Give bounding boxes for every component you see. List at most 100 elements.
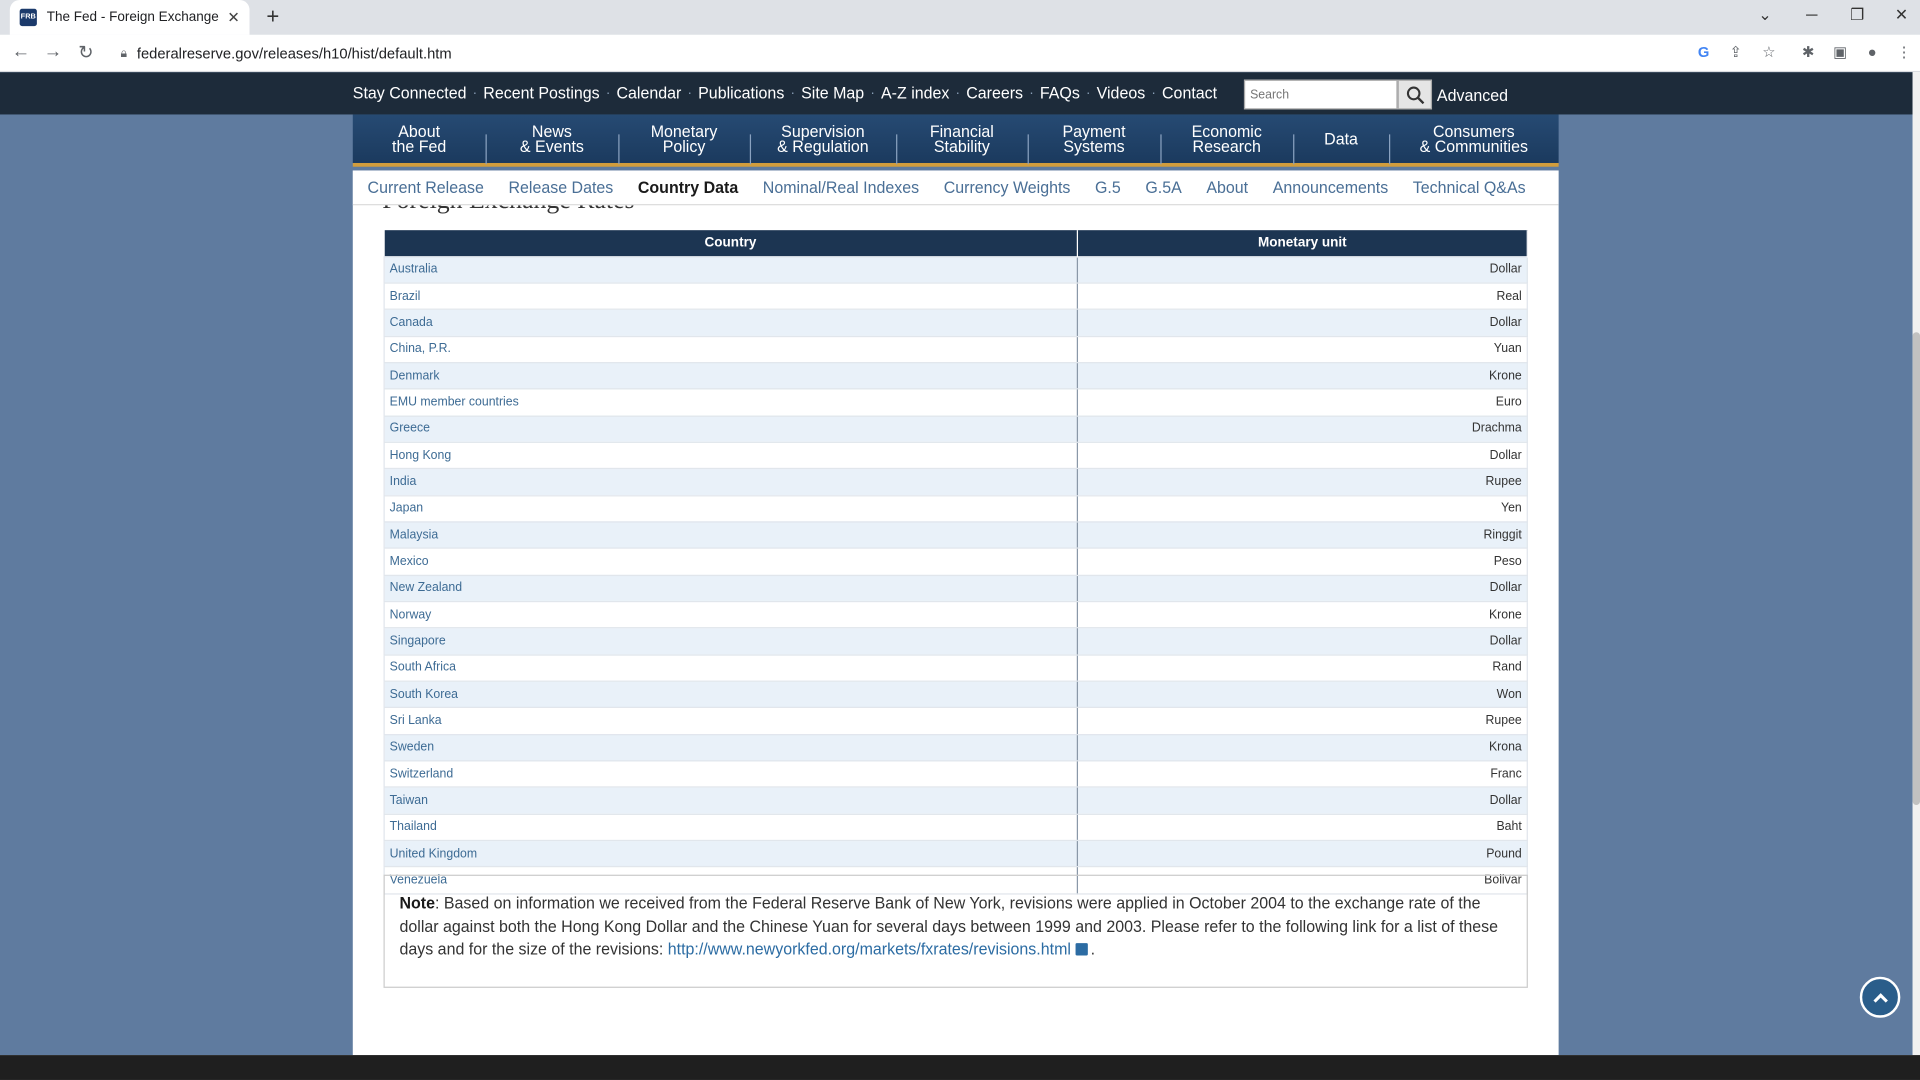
- nav-data[interactable]: Data: [1293, 114, 1389, 165]
- subnav-release-dates[interactable]: Release Dates: [508, 178, 613, 197]
- utility-bar: Stay Connected · Recent Postings · Calen…: [0, 72, 1913, 115]
- table-header-row: Country Monetary unit: [384, 230, 1528, 257]
- utility-link-contact[interactable]: Contact: [1162, 83, 1217, 102]
- nav-monetary-policy[interactable]: Monetary Policy: [618, 114, 750, 165]
- nav-supervision-regulation[interactable]: Supervision & Regulation: [749, 114, 896, 165]
- utility-link-faqs[interactable]: FAQs: [1040, 83, 1080, 102]
- country-link[interactable]: EMU member countries: [383, 388, 1079, 417]
- utility-link-a-z-index[interactable]: A-Z index: [881, 83, 949, 102]
- google-icon[interactable]: G: [1693, 44, 1715, 61]
- page-scrollbar[interactable]: [1912, 72, 1920, 1056]
- nav-label-line2: the Fed: [392, 136, 447, 155]
- forward-icon[interactable]: →: [41, 41, 66, 62]
- subnav-currency-weights[interactable]: Currency Weights: [944, 178, 1071, 197]
- table-row: South Korea Won: [383, 680, 1528, 709]
- profile-icon[interactable]: ●: [1861, 44, 1883, 61]
- browser-tab[interactable]: FRB The Fed - Foreign Exchange Rate ✕: [9, 0, 250, 35]
- country-link[interactable]: Hong Kong: [383, 441, 1079, 470]
- table-row: Sweden Krona: [383, 733, 1528, 762]
- new-tab-icon[interactable]: +: [261, 4, 286, 30]
- search-input[interactable]: [1243, 79, 1398, 110]
- country-link[interactable]: Thailand: [383, 813, 1079, 842]
- nav-label: Economic Research: [1192, 123, 1262, 155]
- nav-news-events[interactable]: News & Events: [485, 114, 619, 165]
- utility-link-publications[interactable]: Publications: [698, 83, 784, 102]
- fed-favicon-icon: FRB: [19, 8, 37, 27]
- bookmark-star-icon[interactable]: ☆: [1758, 44, 1780, 61]
- country-link[interactable]: Sweden: [383, 733, 1079, 762]
- table-row: Sri Lanka Rupee: [383, 707, 1528, 735]
- address-bar[interactable]: 🔒︎ federalreserve.gov/releases/h10/hist/…: [108, 38, 1721, 69]
- utility-link-site-map[interactable]: Site Map: [801, 83, 864, 102]
- nav-economic-research[interactable]: Economic Research: [1160, 114, 1293, 165]
- share-icon[interactable]: ⇪: [1725, 44, 1747, 61]
- subnav-current-release[interactable]: Current Release: [368, 178, 484, 197]
- subnav-g5[interactable]: G.5: [1095, 178, 1121, 197]
- table-row: Thailand Baht: [383, 813, 1528, 842]
- country-link[interactable]: Sri Lanka: [383, 707, 1079, 735]
- nav-payment-systems[interactable]: Payment Systems: [1027, 114, 1161, 165]
- separator: ·: [955, 85, 961, 101]
- subnav-g5a[interactable]: G.5A: [1145, 178, 1181, 197]
- utility-link-recent-postings[interactable]: Recent Postings: [483, 83, 599, 102]
- country-link[interactable]: Mexico: [383, 547, 1079, 576]
- subnav-announcements[interactable]: Announcements: [1273, 178, 1388, 197]
- reload-icon[interactable]: ↻: [74, 41, 99, 63]
- subnav-country-data[interactable]: Country Data: [638, 178, 738, 197]
- extensions-icon[interactable]: ✱: [1797, 44, 1819, 61]
- utility-link-videos[interactable]: Videos: [1097, 83, 1146, 102]
- country-link[interactable]: Brazil: [383, 282, 1079, 311]
- country-link[interactable]: United Kingdom: [383, 839, 1079, 868]
- search-button[interactable]: [1397, 79, 1433, 110]
- country-link[interactable]: South Africa: [383, 654, 1079, 682]
- utility-link-stay-connected[interactable]: Stay Connected: [353, 83, 467, 102]
- nav-consumers-communities[interactable]: Consumers & Communities: [1388, 114, 1559, 165]
- revisions-link[interactable]: http://www.newyorkfed.org/markets/fxrate…: [668, 939, 1071, 958]
- nav-about-the-fed[interactable]: About the Fed: [353, 114, 486, 163]
- country-link[interactable]: Norway: [383, 600, 1079, 629]
- back-icon[interactable]: ←: [9, 41, 34, 62]
- minimize-icon[interactable]: ─: [1800, 5, 1825, 24]
- table-row: Japan Yen: [383, 494, 1528, 523]
- subnav-about[interactable]: About: [1206, 178, 1248, 197]
- nav-label-line2: Research: [1192, 136, 1261, 155]
- advanced-search-link[interactable]: Advanced: [1437, 86, 1508, 105]
- country-link[interactable]: Greece: [383, 415, 1079, 443]
- subnav-technical-qas[interactable]: Technical Q&As: [1413, 178, 1526, 197]
- table-row: Singapore Dollar: [383, 627, 1528, 656]
- country-link[interactable]: Taiwan: [383, 786, 1079, 815]
- tab-search-icon[interactable]: ⌄: [1753, 5, 1778, 25]
- country-link[interactable]: India: [383, 468, 1079, 496]
- country-link[interactable]: Malaysia: [383, 521, 1079, 550]
- country-link[interactable]: South Korea: [383, 680, 1079, 709]
- side-panel-icon[interactable]: ▣: [1829, 44, 1851, 61]
- country-link[interactable]: Australia: [383, 255, 1079, 284]
- monetary-unit-cell: Drachma: [1076, 415, 1528, 443]
- close-tab-icon[interactable]: ✕: [227, 9, 239, 26]
- nav-label: Consumers & Communities: [1420, 123, 1528, 154]
- country-link[interactable]: Denmark: [383, 361, 1079, 390]
- country-link[interactable]: Switzerland: [383, 760, 1079, 789]
- country-link[interactable]: Canada: [383, 308, 1079, 337]
- monetary-unit-cell: Dollar: [1076, 786, 1528, 815]
- country-link[interactable]: Singapore: [383, 627, 1079, 656]
- utility-link-careers[interactable]: Careers: [966, 83, 1023, 102]
- restore-icon[interactable]: ❐: [1845, 5, 1870, 25]
- country-link[interactable]: New Zealand: [383, 574, 1079, 603]
- table-row: Norway Krone: [383, 600, 1528, 629]
- utility-link-calendar[interactable]: Calendar: [616, 83, 681, 102]
- monetary-unit-cell: Dollar: [1076, 627, 1528, 656]
- separator: ·: [1151, 85, 1156, 101]
- nav-label: Payment Systems: [1062, 123, 1125, 154]
- subnav-nominal-real-indexes[interactable]: Nominal/Real Indexes: [763, 178, 919, 197]
- nav-financial-stability[interactable]: Financial Stability: [896, 114, 1028, 165]
- country-link[interactable]: Japan: [383, 494, 1079, 523]
- country-link[interactable]: China, P.R.: [383, 335, 1079, 364]
- main-content: Current Release Release Dates Country Da…: [352, 170, 1559, 1056]
- monetary-unit-cell: Krona: [1076, 733, 1528, 762]
- scrollbar-thumb[interactable]: [1912, 332, 1920, 805]
- menu-kebab-icon[interactable]: ⋮: [1893, 44, 1915, 61]
- back-to-top-button[interactable]: [1859, 976, 1901, 1018]
- web-page: Stay Connected · Recent Postings · Calen…: [0, 72, 1913, 1056]
- window-close-icon[interactable]: ✕: [1889, 5, 1914, 25]
